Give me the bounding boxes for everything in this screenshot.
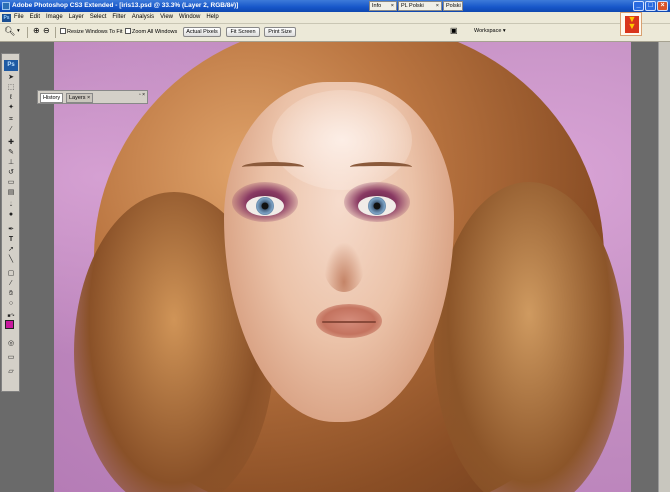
menu-layer[interactable]: Layer	[69, 14, 84, 20]
brush-tool-icon[interactable]: ✎	[5, 149, 17, 157]
close-icon[interactable]: ×	[436, 2, 439, 10]
menu-filter[interactable]: Filter	[112, 14, 125, 20]
eyedropper-icon[interactable]: ⁄	[5, 126, 17, 134]
hand-tool-icon[interactable]: ✋︎	[5, 290, 17, 298]
workspace-menu[interactable]: Workspace ▾	[474, 28, 506, 34]
menu-view[interactable]: View	[160, 14, 173, 20]
menu-bar: Ps File Edit Image Layer Select Filter A…	[0, 12, 670, 24]
fit-screen-button[interactable]: Fit Screen	[226, 27, 260, 37]
workspace-icon[interactable]: ▣	[450, 26, 458, 35]
lasso-tool-icon[interactable]: ℓ	[5, 94, 17, 102]
close-window-button[interactable]: ×	[657, 1, 668, 11]
menu-file[interactable]: File	[14, 14, 24, 20]
foreground-color-swatch[interactable]	[5, 320, 14, 329]
quick-mask-icon[interactable]: ◎	[5, 340, 17, 348]
blur-tool-icon[interactable]: 💧︎	[5, 201, 17, 209]
info-popup-label: Info	[372, 3, 382, 9]
path-select-icon[interactable]: ➚	[5, 246, 17, 254]
chevron-down-icon: ▼ ▼	[625, 15, 639, 33]
eraser-tool-icon[interactable]: ▭	[5, 179, 17, 187]
marquee-tool-icon[interactable]: ⬚	[5, 84, 17, 92]
screen-mode-icon[interactable]: ▭	[5, 354, 17, 362]
minimize-button[interactable]: _	[633, 1, 644, 11]
document-canvas[interactable]	[54, 42, 631, 492]
menu-help[interactable]: Help	[206, 14, 218, 20]
photoshop-app-icon	[2, 2, 10, 10]
type-tool-icon[interactable]: T	[5, 236, 17, 244]
swap-colors-icon[interactable]: ■↷	[5, 312, 17, 320]
title-bar: Adobe Photoshop CS3 Extended - [iris13.p…	[0, 0, 670, 12]
zoom-all-checkbox[interactable]: Zoom All Windows	[125, 28, 177, 35]
pen-tool-icon[interactable]: ✒	[5, 226, 17, 234]
actual-pixels-button[interactable]: Actual Pixels	[183, 27, 221, 37]
language-popup-label: PL Polski	[401, 3, 424, 9]
healing-brush-icon[interactable]: ✚	[5, 139, 17, 147]
language-popup-secondary[interactable]: Polski	[443, 1, 463, 11]
maximize-button[interactable]: □	[645, 1, 656, 11]
painting-eye-left	[246, 196, 284, 216]
stamp-tool-icon[interactable]: ⊥	[5, 159, 17, 167]
notes-tool-icon[interactable]: ▢	[5, 270, 17, 278]
painting-eye-right	[358, 196, 396, 216]
move-tool-icon[interactable]: ➤	[5, 74, 17, 82]
crop-tool-icon[interactable]: ⌗	[5, 116, 17, 124]
window-title: Adobe Photoshop CS3 Extended - [iris13.p…	[12, 2, 239, 9]
ps-logo: Ps	[4, 60, 18, 71]
resize-windows-label: Resize Windows To Fit	[67, 29, 123, 35]
jump-to-imageready-icon[interactable]: ▱	[5, 368, 17, 376]
resize-windows-checkbox[interactable]: Resize Windows To Fit	[60, 28, 123, 35]
zoom-tool-icon[interactable]: ○	[5, 300, 17, 308]
tab-layers[interactable]: Layers ×	[66, 93, 94, 103]
zoom-out-icon[interactable]: ⊖	[43, 26, 50, 35]
magnifier-icon[interactable]: 🔍︎	[4, 26, 15, 37]
close-icon[interactable]: ×	[391, 2, 394, 10]
zoom-in-icon[interactable]: ⊕	[33, 26, 40, 35]
options-bar: 🔍︎ ▾ ⊕ ⊖ Resize Windows To Fit Zoom All …	[0, 24, 670, 42]
menu-edit[interactable]: Edit	[30, 14, 40, 20]
menu-image[interactable]: Image	[46, 14, 63, 20]
menu-analysis[interactable]: Analysis	[132, 14, 154, 20]
chevron-down-icon[interactable]: ▾	[17, 28, 20, 34]
vertical-scrollbar[interactable]	[658, 42, 670, 492]
toolbox: Ps ➤ ⬚ ℓ ✦ ⌗ ⁄ ✚ ✎ ⊥ ↺ ▭ ▤ 💧︎ ● ✒ T ➚ ╲ …	[1, 53, 20, 392]
zoom-all-label: Zoom All Windows	[132, 29, 178, 35]
menu-window[interactable]: Window	[179, 14, 200, 20]
print-size-button[interactable]: Print Size	[264, 27, 296, 37]
info-popup[interactable]: Info ×	[369, 1, 397, 11]
history-brush-icon[interactable]: ↺	[5, 169, 17, 177]
checkbox-icon[interactable]	[60, 28, 66, 34]
menu-select[interactable]: Select	[90, 14, 107, 20]
document-icon[interactable]: Ps	[2, 14, 11, 22]
dodge-tool-icon[interactable]: ●	[5, 211, 17, 219]
gradient-tool-icon[interactable]: ▤	[5, 189, 17, 197]
history-layers-panel: History Layers × ▫ ×	[37, 90, 148, 104]
tab-history[interactable]: History	[40, 93, 64, 103]
language-popup[interactable]: PL Polski ×	[398, 1, 442, 11]
language-popup-secondary-label: Polski	[446, 3, 461, 9]
brand-logo: ▼ ▼	[620, 12, 642, 36]
panel-menu-icon[interactable]: ▫ ×	[139, 92, 145, 98]
shape-tool-icon[interactable]: ╲	[5, 256, 17, 264]
magic-wand-icon[interactable]: ✦	[5, 104, 17, 112]
window-controls: _ □ ×	[633, 1, 668, 11]
eyedropper-sample-icon[interactable]: ⁄	[5, 280, 17, 288]
checkbox-icon[interactable]	[125, 28, 131, 34]
